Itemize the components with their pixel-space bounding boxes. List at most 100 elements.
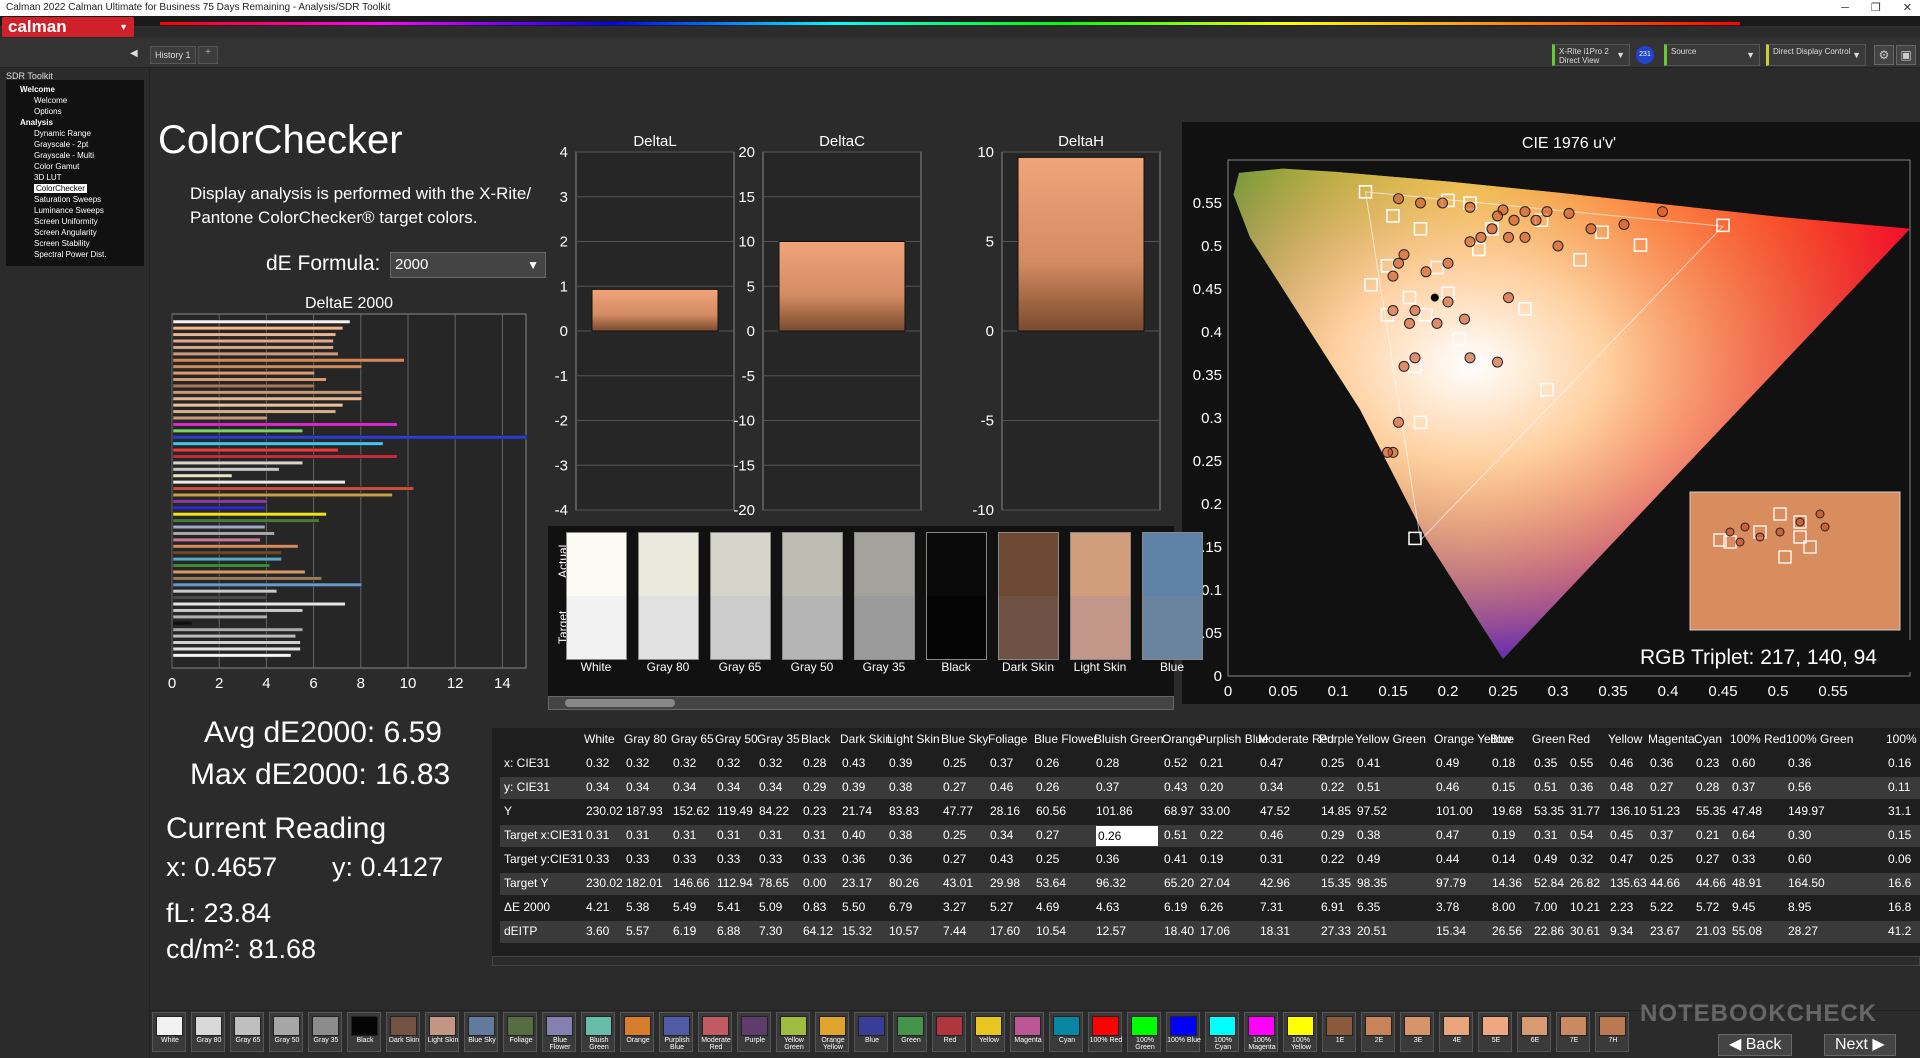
next-button[interactable]: Next ▶ bbox=[1824, 1034, 1896, 1056]
table-cell: 0.47 bbox=[1260, 756, 1284, 770]
table-cell: 0.36 bbox=[889, 852, 913, 866]
swatch-label: Dark Skin bbox=[1001, 660, 1054, 674]
color-point-label: Orange Yellow bbox=[821, 1037, 845, 1051]
color-point-button[interactable]: Cyan bbox=[1049, 1012, 1083, 1052]
deltae-bar bbox=[172, 396, 363, 401]
delta-tick-label: 2 bbox=[560, 234, 568, 251]
table-cell[interactable]: 0.26 bbox=[1096, 826, 1158, 846]
deltae-bar bbox=[172, 480, 346, 485]
color-point-button[interactable]: 7E bbox=[1556, 1012, 1590, 1052]
deltae-bar bbox=[172, 563, 271, 568]
color-point-swatch bbox=[1209, 1016, 1236, 1036]
cie-measured-point bbox=[1552, 240, 1564, 252]
table-cell: 101.86 bbox=[1096, 804, 1133, 818]
cie-x-tick-label: 0.25 bbox=[1488, 683, 1517, 700]
deltae-bar bbox=[172, 377, 327, 382]
deltae-bar bbox=[172, 492, 393, 497]
cie-y-tick-label: 0.2 bbox=[1201, 496, 1222, 513]
color-point-button[interactable]: 100% Magenta bbox=[1244, 1012, 1278, 1052]
table-cell: 65.20 bbox=[1164, 876, 1195, 890]
table-cell: 83.83 bbox=[889, 804, 920, 818]
table-cell: 0.51 bbox=[1164, 828, 1188, 842]
color-point-label: Orange bbox=[626, 1037, 650, 1044]
table-cell: 136.10 bbox=[1610, 804, 1647, 818]
color-point-button[interactable]: Yellow bbox=[971, 1012, 1005, 1052]
cie-title: CIE 1976 u'v' bbox=[1522, 135, 1616, 152]
delta-tick-label: -5 bbox=[742, 368, 755, 385]
table-scrollbar[interactable] bbox=[492, 956, 1920, 966]
deltae-bar bbox=[172, 358, 405, 363]
color-point-button[interactable]: Blue Flower bbox=[542, 1012, 576, 1052]
color-point-label: Light Skin bbox=[427, 1037, 459, 1044]
table-column-header: Magenta bbox=[1648, 732, 1695, 746]
color-point-button[interactable]: Orange Yellow bbox=[815, 1012, 849, 1052]
delta-bar bbox=[1017, 156, 1145, 332]
cie-y-tick-label: 0.35 bbox=[1193, 367, 1222, 384]
color-point-button[interactable]: 100% Yellow bbox=[1283, 1012, 1317, 1052]
table-cell: 0.56 bbox=[1788, 780, 1812, 794]
color-point-label: Dark Skin bbox=[388, 1037, 420, 1044]
scrollbar-thumb[interactable] bbox=[565, 699, 675, 707]
table-cell: 0.32 bbox=[673, 756, 697, 770]
table-row-label: Target Y bbox=[504, 876, 549, 890]
table-cell: 84.22 bbox=[759, 804, 790, 818]
color-point-button[interactable]: 5E bbox=[1478, 1012, 1512, 1052]
color-point-button[interactable]: Orange bbox=[620, 1012, 654, 1052]
table-cell: 0.31 bbox=[717, 828, 741, 842]
deltae-bar bbox=[172, 569, 306, 574]
cie-measured-point bbox=[1492, 210, 1503, 222]
color-point-button[interactable]: Yellow Green bbox=[776, 1012, 810, 1052]
table-cell: 28.16 bbox=[990, 804, 1021, 818]
color-point-button[interactable]: Blue Sky bbox=[464, 1012, 498, 1052]
color-point-button[interactable]: Black bbox=[347, 1012, 381, 1052]
color-point-button[interactable]: Blue bbox=[854, 1012, 888, 1052]
color-point-button[interactable]: Red bbox=[932, 1012, 966, 1052]
color-point-button[interactable]: Gray 65 bbox=[230, 1012, 264, 1052]
swatch-label: Gray 35 bbox=[862, 660, 906, 674]
color-point-button[interactable]: 100% Blue bbox=[1166, 1012, 1201, 1052]
back-button[interactable]: ◀ Back bbox=[1718, 1034, 1793, 1056]
color-point-button[interactable]: 3E bbox=[1400, 1012, 1434, 1052]
swatch-scrollbar[interactable] bbox=[548, 696, 1174, 710]
color-point-button[interactable]: Gray 80 bbox=[191, 1012, 225, 1052]
swatch-actual bbox=[783, 533, 842, 596]
inset-measured-point bbox=[1820, 522, 1830, 532]
delta-chart-title: DeltaL bbox=[633, 133, 676, 150]
color-point-button[interactable]: Purplish Blue bbox=[659, 1012, 693, 1052]
color-point-button[interactable]: 4E bbox=[1439, 1012, 1473, 1052]
table-cell: 5.49 bbox=[673, 900, 697, 914]
color-point-button[interactable]: Gray 35 bbox=[308, 1012, 342, 1052]
color-point-button[interactable]: 100% Cyan bbox=[1205, 1012, 1239, 1052]
table-cell: 6.35 bbox=[1357, 900, 1381, 914]
table-cell: 0.30 bbox=[1788, 828, 1812, 842]
color-point-button[interactable]: 100% Green bbox=[1127, 1012, 1161, 1052]
delta-tick-label: -4 bbox=[555, 502, 568, 519]
color-point-button[interactable]: Purple bbox=[737, 1012, 771, 1052]
color-point-label: Red bbox=[943, 1037, 957, 1044]
color-point-button[interactable]: Dark Skin bbox=[386, 1012, 420, 1052]
table-cell: 5.57 bbox=[626, 924, 650, 938]
table-cell: 55.35 bbox=[1696, 804, 1727, 818]
deltae-bar bbox=[172, 505, 266, 510]
color-point-button[interactable]: 100% Red bbox=[1088, 1012, 1122, 1052]
color-point-button[interactable]: Moderate Red bbox=[698, 1012, 732, 1052]
color-point-button[interactable]: Gray 50 bbox=[269, 1012, 303, 1052]
color-point-button[interactable]: 7H bbox=[1595, 1012, 1629, 1052]
color-point-button[interactable]: 2E bbox=[1361, 1012, 1395, 1052]
color-point-button[interactable]: 1E bbox=[1322, 1012, 1356, 1052]
color-point-button[interactable]: Foliage bbox=[503, 1012, 537, 1052]
color-point-label: Blue Sky bbox=[468, 1037, 496, 1044]
color-swatch bbox=[926, 532, 987, 660]
table-cell: 0.34 bbox=[990, 828, 1014, 842]
color-point-button[interactable]: Magenta bbox=[1010, 1012, 1044, 1052]
table-cell: 68.97 bbox=[1164, 804, 1195, 818]
color-swatch bbox=[710, 532, 771, 660]
color-point-button[interactable]: Light Skin bbox=[425, 1012, 459, 1052]
color-point-button[interactable]: 6E bbox=[1517, 1012, 1551, 1052]
color-point-button[interactable]: Green bbox=[893, 1012, 927, 1052]
table-cell: 0.22 bbox=[1321, 852, 1345, 866]
color-point-label: 7E bbox=[1569, 1037, 1579, 1044]
color-point-button[interactable]: White bbox=[152, 1012, 186, 1052]
color-point-label: Gray 80 bbox=[196, 1037, 222, 1044]
color-point-button[interactable]: Bluish Green bbox=[581, 1012, 615, 1052]
